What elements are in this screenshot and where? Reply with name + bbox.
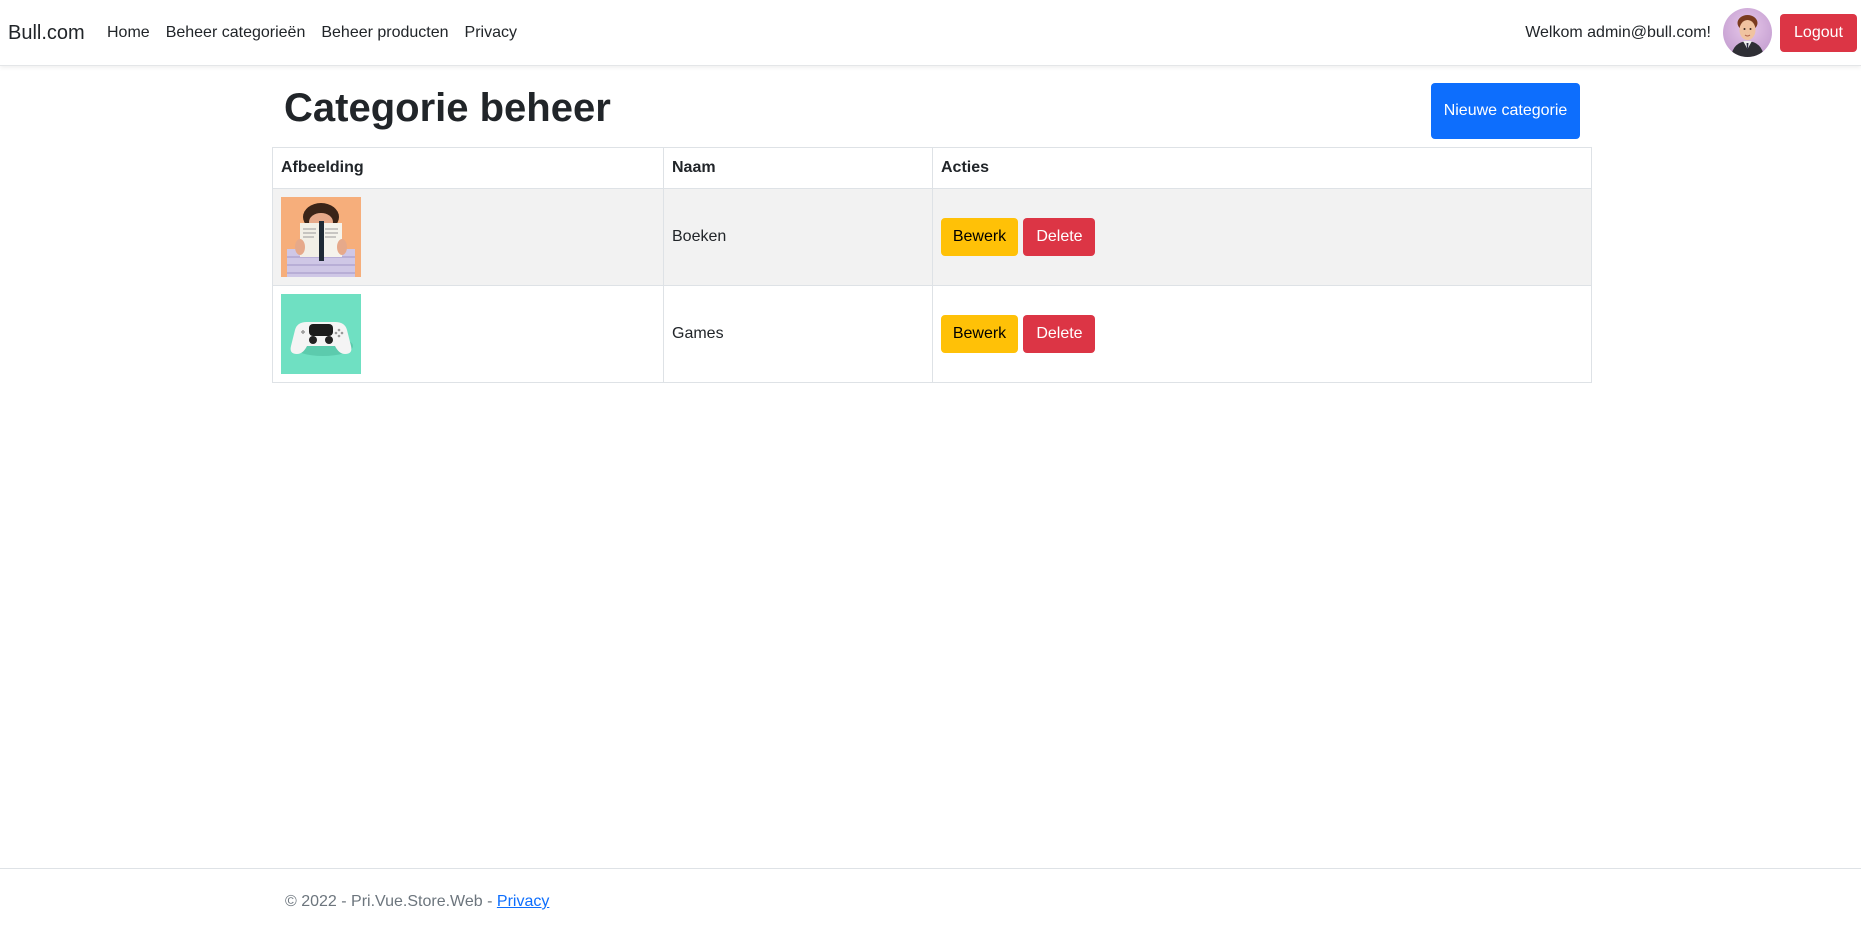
- image-cell: [272, 285, 664, 383]
- table-row: Boeken Bewerk Delete: [272, 188, 1592, 286]
- delete-button[interactable]: Delete: [1023, 315, 1096, 353]
- new-category-button[interactable]: Nieuwe categorie: [1431, 83, 1580, 139]
- edit-button[interactable]: Bewerk: [941, 315, 1018, 353]
- category-table: Afbeelding Naam Acties Boeken Bewerk Del…: [272, 147, 1592, 383]
- nav-link-home[interactable]: Home: [107, 22, 150, 44]
- edit-button[interactable]: Bewerk: [941, 218, 1018, 256]
- page-title: Categorie beheer: [284, 86, 611, 130]
- table-header-row: Afbeelding Naam Acties: [272, 147, 1592, 189]
- nav-link-beheer-producten[interactable]: Beheer producten: [321, 22, 448, 44]
- welcome-text: Welkom admin@bull.com!: [1525, 24, 1711, 41]
- game-controller-image: [281, 294, 361, 374]
- name-cell: Boeken: [663, 188, 933, 286]
- delete-button[interactable]: Delete: [1023, 218, 1096, 256]
- avatar[interactable]: [1723, 8, 1772, 57]
- navbar: Bull.com Home Beheer categorieën Beheer …: [0, 0, 1861, 66]
- image-cell: [272, 188, 664, 286]
- nav-links: Home Beheer categorieën Beheer producten…: [107, 22, 533, 44]
- actions-cell: Bewerk Delete: [932, 285, 1592, 383]
- header-afbeelding: Afbeelding: [272, 147, 664, 189]
- footer: © 2022 - Pri.Vue.Store.Web - Privacy: [0, 868, 1861, 926]
- copyright-text: © 2022 - Pri.Vue.Store.Web -: [285, 893, 497, 910]
- book-reader-image: [281, 197, 361, 277]
- nav-link-privacy[interactable]: Privacy: [465, 22, 517, 44]
- brand-link[interactable]: Bull.com: [8, 21, 85, 45]
- footer-text: © 2022 - Pri.Vue.Store.Web - Privacy: [285, 891, 549, 913]
- header-naam: Naam: [663, 147, 933, 189]
- name-cell: Games: [663, 285, 933, 383]
- user-avatar-icon: [1731, 15, 1764, 57]
- actions-cell: Bewerk Delete: [932, 188, 1592, 286]
- table-row: Games Bewerk Delete: [272, 285, 1592, 383]
- header-acties: Acties: [932, 147, 1592, 189]
- footer-privacy-link[interactable]: Privacy: [497, 893, 549, 910]
- nav-link-beheer-categorieen[interactable]: Beheer categorieën: [166, 22, 306, 44]
- logout-button[interactable]: Logout: [1780, 14, 1857, 52]
